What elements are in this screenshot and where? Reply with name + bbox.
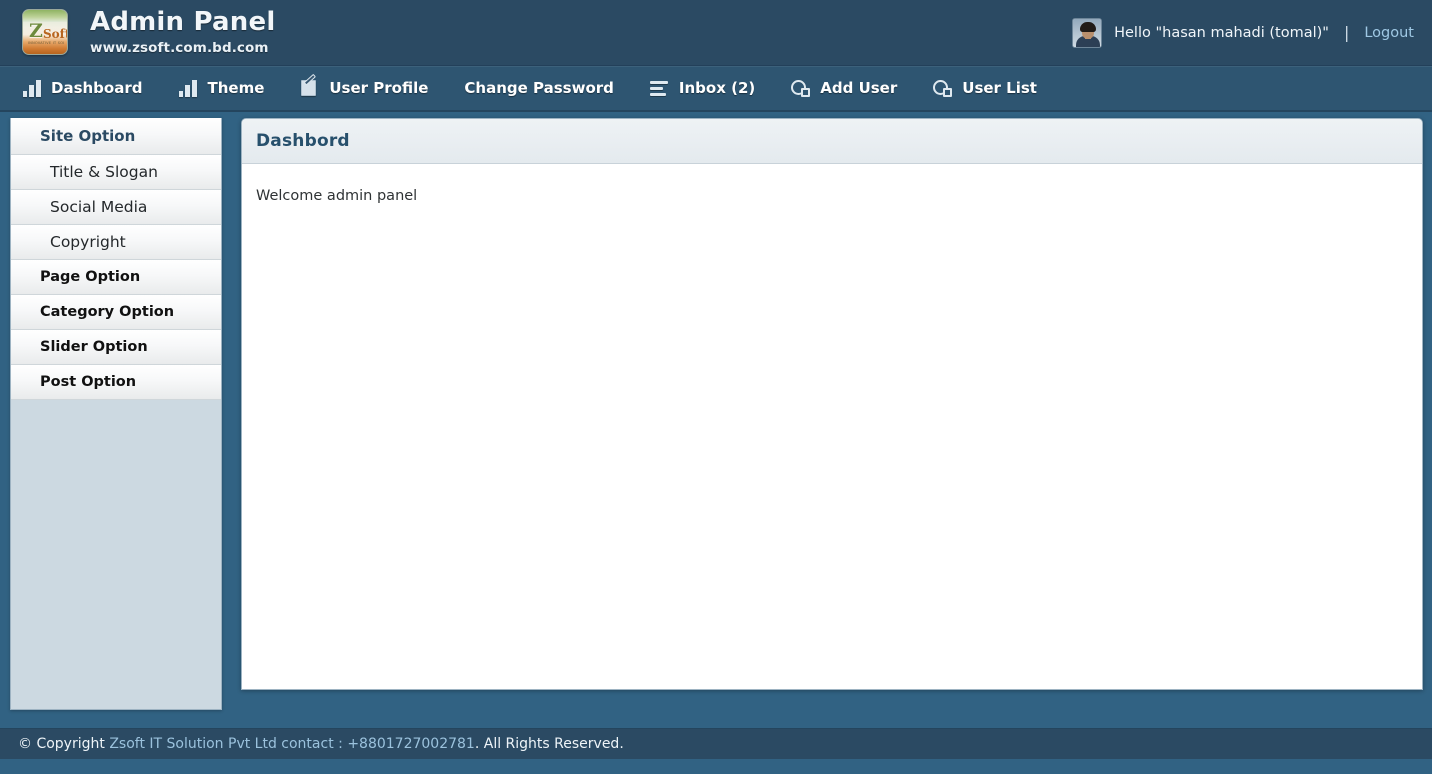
nav-item-inbox[interactable]: Inbox (2) (650, 65, 755, 111)
greeting-text: Hello "hasan mahadi (tomal)" (1114, 25, 1329, 41)
sidebar-item-social-media[interactable]: Social Media (11, 190, 221, 225)
brand: Z Soft INNOVATIVE IT SOLUTION PROVIDER A… (0, 9, 275, 55)
page-title: Admin Panel (90, 9, 275, 36)
sidebar-label: Copyright (50, 233, 126, 251)
content-panel-body: Welcome admin panel (242, 164, 1422, 228)
logo-z-letter: Z (29, 22, 43, 41)
app-footer: © Copyright Zsoft IT Solution Pvt Ltd co… (0, 728, 1432, 759)
main-navigation: Dashboard Theme User Profile Change Pass… (0, 66, 1432, 112)
bar-chart-icon (22, 79, 42, 97)
sidebar-label: Title & Slogan (50, 163, 158, 181)
greeting-separator: | (1344, 23, 1349, 42)
content-panel-header: Dashbord (242, 119, 1422, 164)
brand-text: Admin Panel www.zsoft.com.bd.com (90, 9, 275, 55)
sidebar-label: Category Option (40, 304, 174, 320)
sidebar-label: Site Option (40, 127, 135, 145)
sidebar-item-copyright[interactable]: Copyright (11, 225, 221, 260)
logo-soft-text: Soft (43, 28, 68, 40)
sidebar-label: Slider Option (40, 339, 148, 355)
sidebar-item-site-option[interactable]: Site Option (11, 118, 221, 155)
user-area: Hello "hasan mahadi (tomal)" | Logout (1072, 18, 1414, 48)
user-doc-icon (791, 79, 811, 97)
footer-phone: +8801727002781 (347, 736, 475, 752)
nav-label-user-profile: User Profile (329, 79, 428, 97)
logout-link[interactable]: Logout (1364, 25, 1414, 41)
content-panel-title: Dashbord (256, 131, 350, 151)
nav-label-add-user: Add User (820, 79, 897, 97)
user-doc-icon (933, 79, 953, 97)
nav-label-theme: Theme (207, 79, 264, 97)
sidebar-item-post-option[interactable]: Post Option (11, 365, 221, 400)
content-panel: Dashbord Welcome admin panel (241, 118, 1423, 690)
bar-chart-icon (178, 79, 198, 97)
footer-suffix: . All Rights Reserved. (475, 736, 624, 752)
sidebar-label: Post Option (40, 374, 136, 390)
footer-company: Zsoft IT Solution Pvt Ltd contact : (109, 736, 347, 752)
footer-prefix: © Copyright (18, 736, 109, 752)
nav-item-theme[interactable]: Theme (178, 65, 264, 111)
sidebar-label: Page Option (40, 269, 140, 285)
nav-label-dashboard: Dashboard (51, 79, 142, 97)
nav-item-change-password[interactable]: Change Password (464, 65, 614, 111)
zsoft-logo-icon: Z Soft INNOVATIVE IT SOLUTION PROVIDER (22, 9, 68, 55)
sidebar-item-title-slogan[interactable]: Title & Slogan (11, 155, 221, 190)
list-lines-icon (650, 79, 670, 97)
welcome-text: Welcome admin panel (256, 188, 1408, 204)
pencil-edit-icon (300, 79, 320, 97)
nav-item-dashboard[interactable]: Dashboard (22, 65, 142, 111)
sidebar-item-page-option[interactable]: Page Option (11, 260, 221, 295)
sidebar-item-category-option[interactable]: Category Option (11, 295, 221, 330)
avatar (1072, 18, 1102, 48)
site-url-text: www.zsoft.com.bd.com (90, 40, 275, 56)
nav-label-user-list: User List (962, 79, 1037, 97)
nav-item-user-profile[interactable]: User Profile (300, 65, 428, 111)
sidebar: Site Option Title & Slogan Social Media … (10, 118, 222, 710)
nav-item-user-list[interactable]: User List (933, 65, 1037, 111)
nav-label-change-password: Change Password (464, 79, 614, 97)
nav-item-add-user[interactable]: Add User (791, 65, 897, 111)
avatar-hair (1080, 22, 1096, 32)
nav-label-inbox: Inbox (2) (679, 79, 755, 97)
logo-tagline: INNOVATIVE IT SOLUTION PROVIDER (28, 41, 64, 45)
app-header: Z Soft INNOVATIVE IT SOLUTION PROVIDER A… (0, 0, 1432, 66)
footer-copyright: © Copyright Zsoft IT Solution Pvt Ltd co… (18, 736, 624, 752)
sidebar-item-slider-option[interactable]: Slider Option (11, 330, 221, 365)
sidebar-label: Social Media (50, 198, 147, 216)
page-body: Site Option Title & Slogan Social Media … (0, 112, 1432, 774)
